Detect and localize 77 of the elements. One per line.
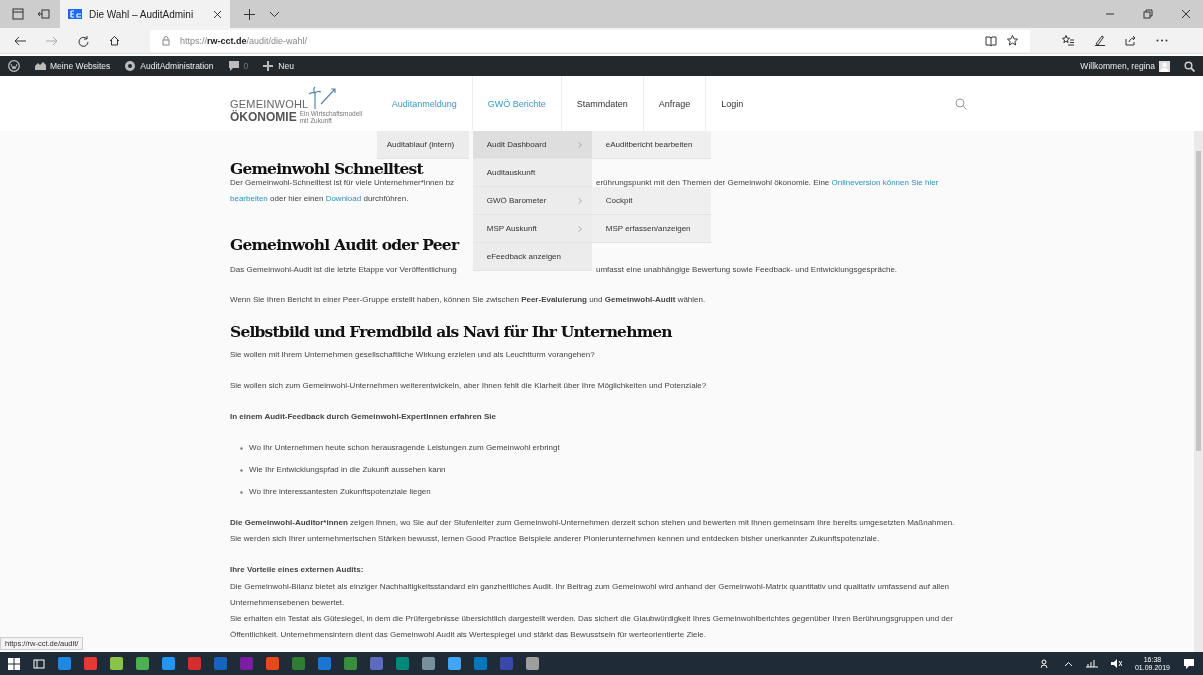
chevron-right-icon: [577, 225, 582, 232]
share-icon[interactable]: [1125, 35, 1136, 46]
scrollbar-thumb[interactable]: [1196, 151, 1201, 451]
chevron-down-icon[interactable]: [269, 10, 280, 18]
dropdown-menu-item[interactable]: Audit Dashboard: [472, 131, 592, 159]
paragraph-text: erührungspunkt mit den Themen der Gemeinwohl ökonomie. Eine Onlineversion können Sie hier: [596, 178, 939, 187]
back-icon[interactable]: [14, 35, 26, 46]
houses-icon: [34, 60, 46, 72]
paragraph-text: Sie wollen sich zum Gemeinwohl-Unternehmen weiterentwickeln, aber Ihnen fehlt die Klarheit über Ihre Möglichkeiten und Potenziale?: [230, 380, 708, 392]
account-link[interactable]: Willkommen, regina: [1080, 60, 1170, 72]
paragraph-text: Der Gemeinwohl-Schnelltest ist für viele Unternehmer*innen bz: [230, 178, 456, 187]
tab-aside-icon[interactable]: [38, 8, 50, 20]
dropdown-menu-item[interactable]: eAuditbericht bearbeiten: [591, 131, 711, 159]
browser-tab[interactable]: Die Wahl – AuditAdmini: [60, 0, 230, 28]
list-item-text: Wie Ihr Entwicklungspfad in die Zukunft aussehen kann: [249, 464, 446, 476]
admin-menu-item[interactable]: Neu: [262, 60, 294, 72]
paragraph-text: Sie erhalten ein Testat als Gütesiegel, in dem die Prüfergebnisse übersichtlich dargestellt werden. Das sichert die Glaubwürdigkeit Ihres Gemeinwohlberichtes gegenüber Ihren Berührungsgruppen und der Öffentlichkeit. Unternehmensintern dient das Gemeinwohl Audit als Wertespiegel und stärkt das Bewusstsein für werteorientierte Ziele.: [230, 613, 954, 641]
network-icon[interactable]: [1085, 659, 1098, 668]
restore-icon[interactable]: [1143, 9, 1153, 19]
logo-wordmark: ÖKONOMIE: [230, 109, 297, 124]
dropdown-menu-item[interactable]: Cockpit: [591, 187, 711, 215]
paragraph-heading: In einem Audit-Feedback durch Gemeinwohl-ExpertInnen erfahren Sie: [230, 411, 497, 423]
chevron-right-icon: [577, 141, 582, 148]
paragraph-text: Die Gemeinwohl-Auditor*innen zeigen Ihnen, wo Sie auf der Stufenleiter zum Gemeinwohl-Unternehmen derzeit schon stehen und bewerten mit Ihnen gemeinsam Ihre bereits umgesetzten Maßnahmen. Sie werden sich Ihrer unternehmerischen Stärken bewusst, lernen Good Practice Beispiele anderer Pionierunternehmen kennen und entdecken bisher unerkannter Zukunftspotenziale.: [230, 517, 956, 545]
task-view-icon[interactable]: [33, 657, 45, 670]
avatar-icon: [1159, 60, 1170, 72]
text-link[interactable]: bearbeiten: [230, 194, 268, 203]
home-icon[interactable]: [109, 35, 120, 46]
bullet-icon: [240, 446, 243, 450]
section-heading: Gemeinwohl Schnelltest: [230, 160, 423, 178]
paragraph-text: umfasst eine unabhängige Bewertung sowie Feedback- und Entwicklungsgespräche.: [596, 265, 898, 274]
wordpress-logo-icon[interactable]: [8, 60, 20, 72]
search-icon[interactable]: [1184, 60, 1195, 72]
pen-icon[interactable]: [1094, 35, 1105, 46]
list-item-text: Wo Ihr Unternehmen heute schon herausragende Leistungen zum Gemeinwohl erbringt: [249, 442, 560, 454]
close-icon[interactable]: [1181, 9, 1191, 19]
list-item-text: Wo Ihre interessantesten Zukunftspotenziale liegen: [249, 486, 431, 498]
plus-icon: [262, 60, 275, 72]
tab-title: Die Wahl – AuditAdmini: [89, 8, 195, 20]
text-link[interactable]: Onlineversion können Sie hier: [831, 178, 939, 187]
section-heading: Gemeinwohl Audit oder Peer: [230, 236, 459, 254]
paragraph-text: Die Gemeinwohl-Bilanz bietet als einziger Nachhaltigkeitsstandard ein ganzheitliches Audit. Ihr Beitrag zum Gemeinwohl wird anhand der Gemeinwohl-Matrix quantitativ und qualitativ umfassend auf allen Unternehmensebenen bewertet.: [230, 581, 951, 609]
admin-menu-item[interactable]: AuditAdministration: [124, 60, 214, 72]
address-field[interactable]: https://rw-cct.de/audit/die-wahl/: [150, 29, 1030, 52]
paragraph-text: Sie wollen mit Ihrem Unternehmen gesellschaftliche Wirkung erzielen und als Leuchtturm vorangehen?: [230, 349, 596, 361]
logo-wordmark: GEMEINWOHL: [230, 97, 309, 110]
scrollbar[interactable]: [1194, 131, 1203, 652]
favorites-list-icon[interactable]: [1062, 35, 1074, 46]
url-text: https://rw-cct.de/audit/die-wahl/: [180, 35, 308, 46]
admin-menu-item[interactable]: Meine Websites: [34, 60, 111, 72]
notification-icon[interactable]: [1183, 657, 1195, 670]
more-icon[interactable]: [1156, 39, 1168, 42]
speaker-icon[interactable]: [1110, 659, 1122, 668]
lock-icon: [162, 35, 170, 46]
nav-menu-item[interactable]: Anfrage: [643, 98, 706, 109]
star-icon[interactable]: [1007, 35, 1018, 46]
close-icon[interactable]: [213, 9, 222, 19]
paragraph-text: Wenn Sie Ihren Bericht in einer Peer-Gruppe erstellt haben, können Sie zwischen Peer-Evaluierung und Gemeinwohl-Audit wählen.: [230, 294, 707, 306]
paragraph-text: Das Gemeinwohl-Audit ist die letzte Etappe vor Veröffentlichung: [230, 265, 458, 274]
people-icon[interactable]: [1040, 658, 1051, 669]
windows-start-icon[interactable]: [8, 657, 20, 670]
comment-icon: [227, 60, 240, 72]
dropdown-menu-item[interactable]: MSP erfassen/anzeigen: [591, 215, 711, 243]
new-tab-icon[interactable]: [244, 8, 255, 20]
chevron-right-icon: [577, 197, 582, 204]
nav-menu-item[interactable]: Stammdaten: [561, 98, 643, 109]
bullet-icon: [240, 468, 243, 472]
text-link[interactable]: Download: [325, 194, 362, 203]
tabs-icon[interactable]: [12, 8, 24, 20]
paragraph-heading: Ihre Vorteile eines externen Audits:: [230, 564, 365, 576]
chevron-up-icon[interactable]: [1063, 660, 1073, 667]
section-heading: Selbstbild und Fremdbild als Navi für Ihr Unternehmen: [230, 323, 672, 341]
bullet-icon: [240, 490, 243, 494]
book-icon[interactable]: [985, 35, 997, 46]
site-favicon-icon: [68, 9, 82, 19]
nav-menu-item[interactable]: Login: [706, 98, 759, 109]
refresh-icon[interactable]: [78, 34, 89, 47]
